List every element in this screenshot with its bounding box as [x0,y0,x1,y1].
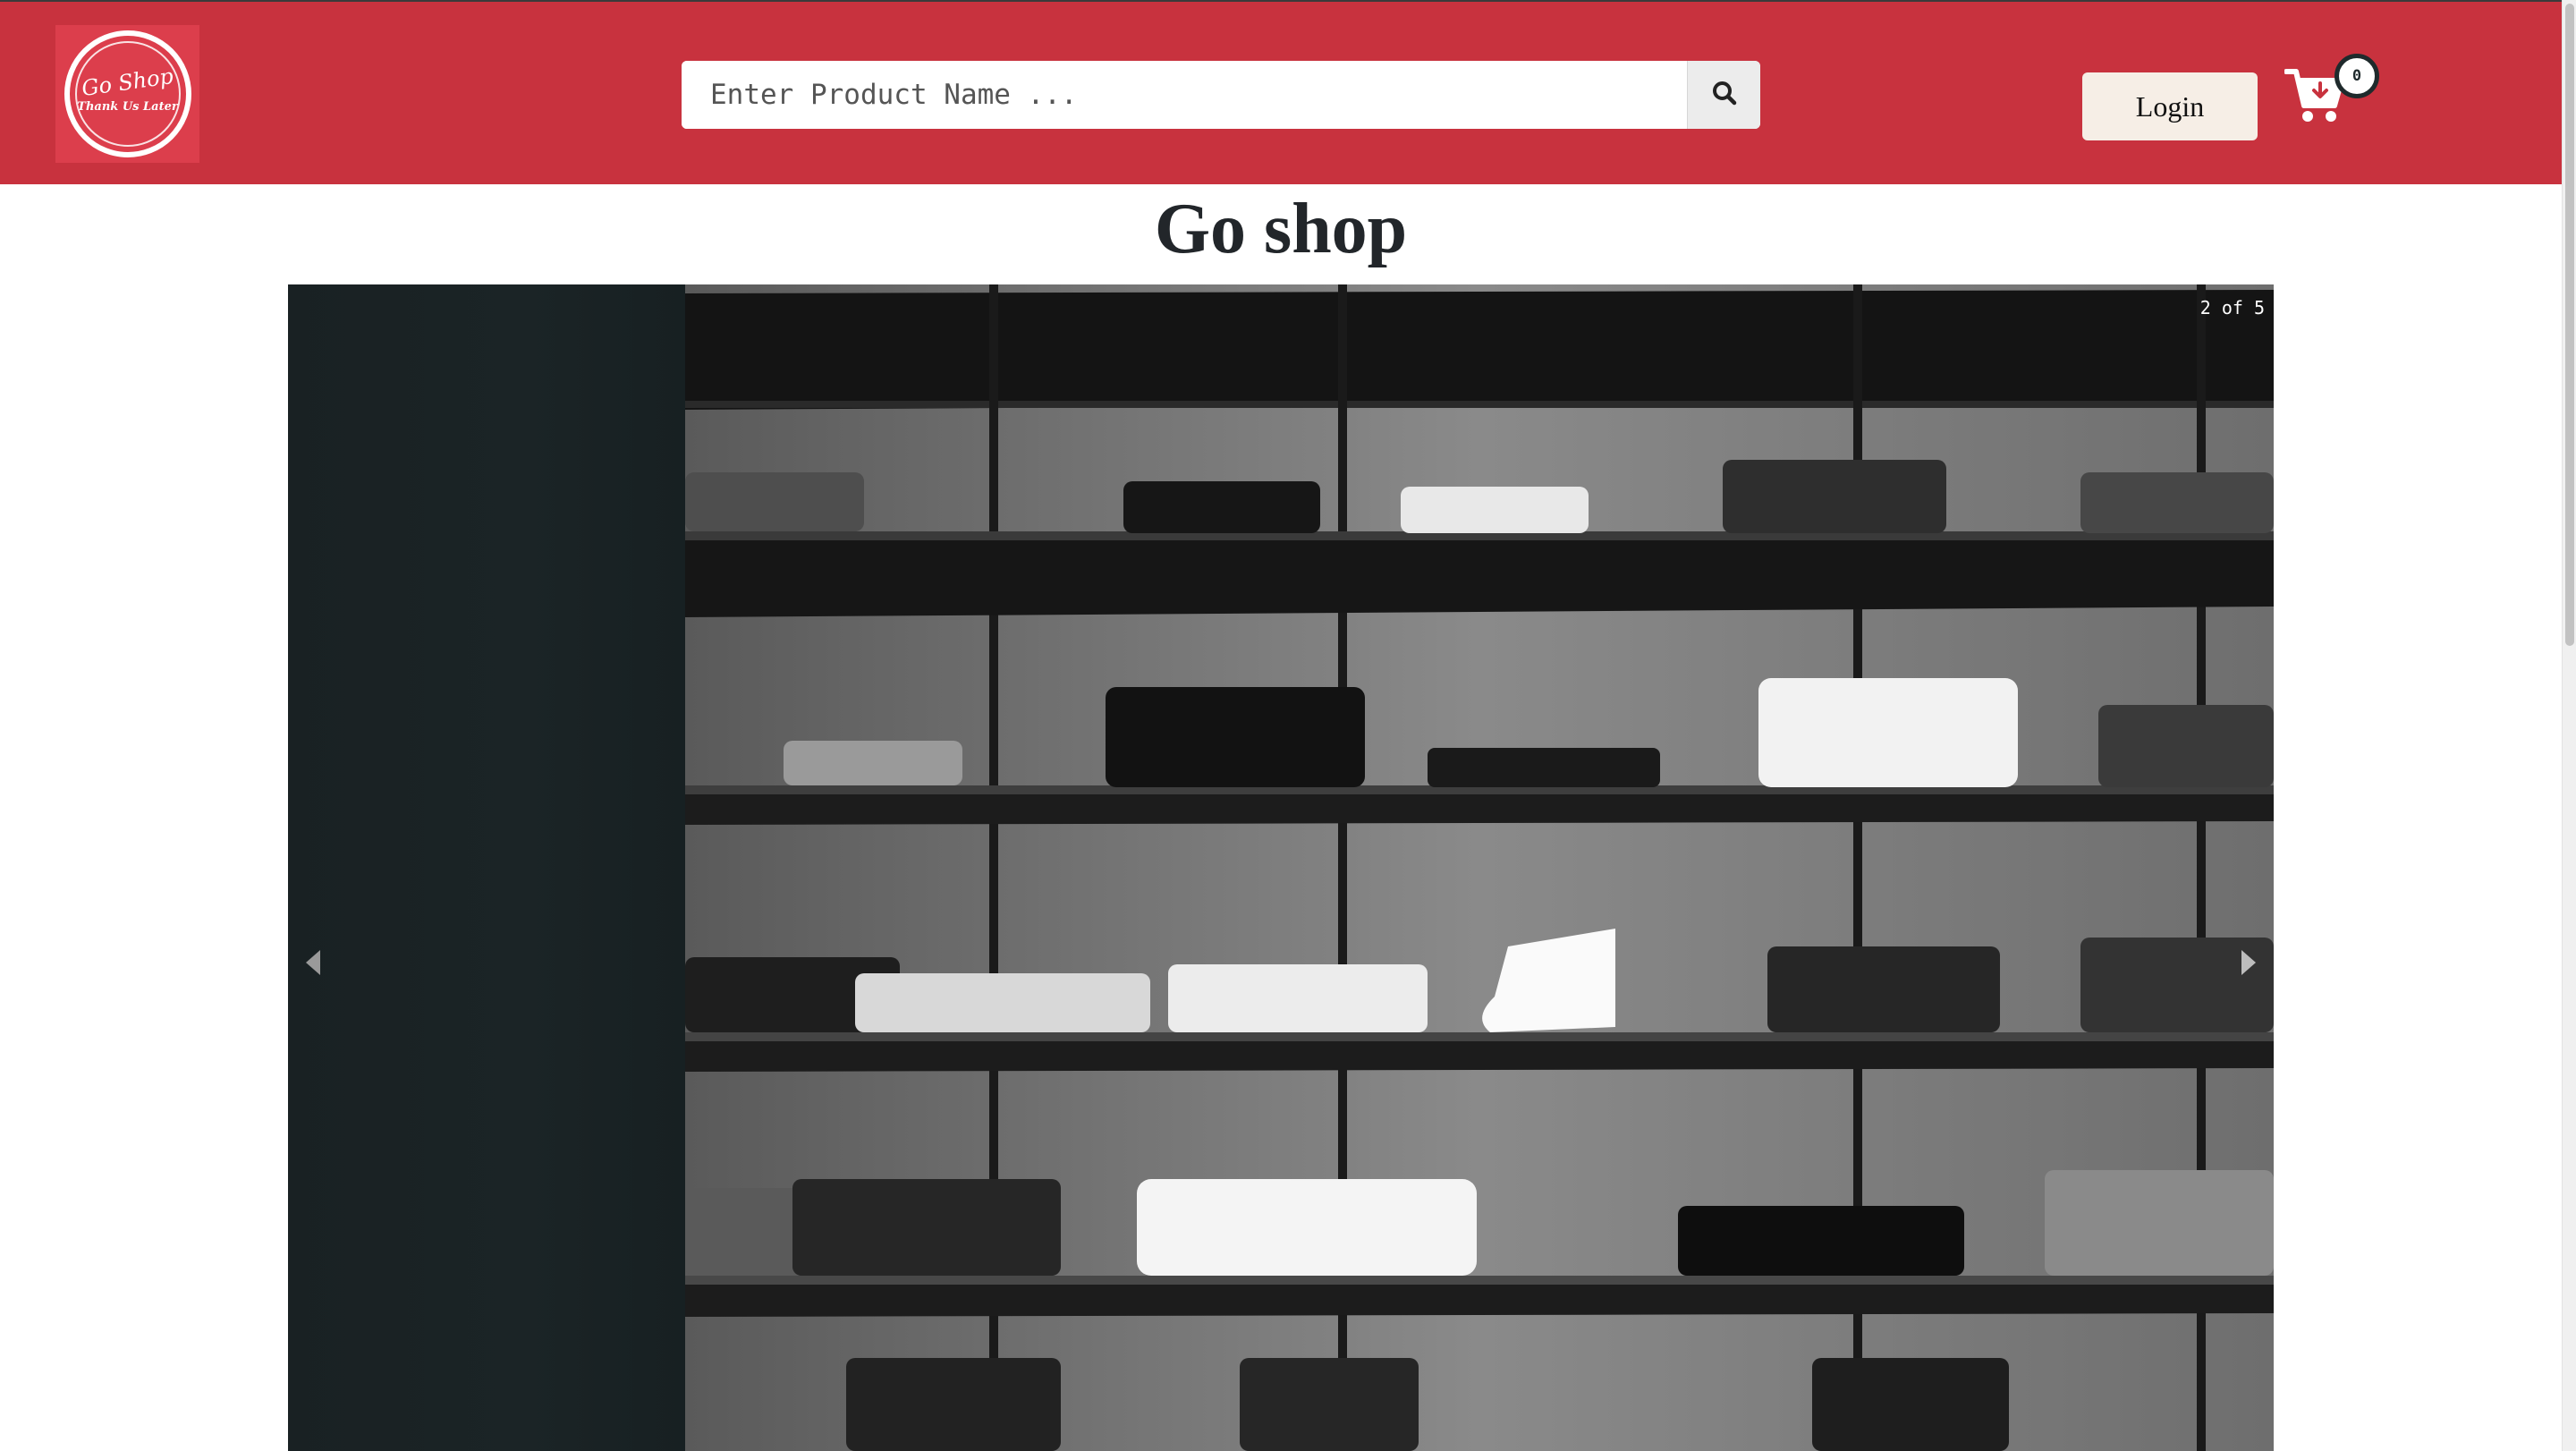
carousel-next-button[interactable] [2231,929,2267,1000]
login-button[interactable]: Login [2082,72,2258,140]
cart-count-badge: 0 [2334,54,2379,98]
page-scrollbar[interactable] [2562,0,2576,1451]
top-navbar: Go Shop Thank Us Later Login 0 [0,0,2562,184]
logo-tagline: Thank Us Later [77,100,178,114]
scrollbar-thumb[interactable] [2565,4,2574,646]
search-button[interactable] [1687,61,1760,129]
hero-carousel: 2 of 5 [288,284,2274,1451]
cart-icon [2284,69,2345,129]
slide-counter: 2 of 5 [2199,297,2265,318]
page-title: Go shop [1154,190,1408,268]
search-bar [682,61,1760,129]
product-search-input[interactable] [682,61,1687,129]
carousel-slide-image: 2 of 5 [685,284,2274,1451]
caret-left-icon [304,948,322,981]
carousel-dark-panel [288,284,685,1451]
caret-right-icon [2240,948,2258,981]
search-icon [1711,80,1738,111]
go-shop-logo[interactable]: Go Shop Thank Us Later [55,25,199,163]
carousel-prev-button[interactable] [295,929,331,1000]
